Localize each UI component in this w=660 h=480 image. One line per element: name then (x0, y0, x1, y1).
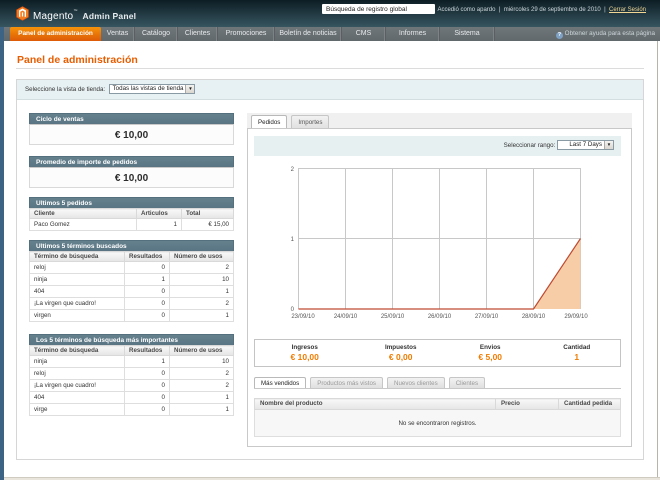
svg-text:27/09/10: 27/09/10 (475, 314, 499, 320)
svg-text:24/09/10: 24/09/10 (334, 314, 358, 320)
svg-text:1: 1 (291, 237, 295, 243)
svg-text:2: 2 (291, 167, 295, 173)
svg-text:26/09/10: 26/09/10 (428, 314, 452, 320)
svg-text:0: 0 (291, 307, 295, 313)
svg-text:28/09/10: 28/09/10 (522, 314, 546, 320)
svg-text:23/09/10: 23/09/10 (291, 314, 315, 320)
svg-text:25/09/10: 25/09/10 (381, 314, 405, 320)
svg-text:29/09/10: 29/09/10 (564, 314, 588, 320)
